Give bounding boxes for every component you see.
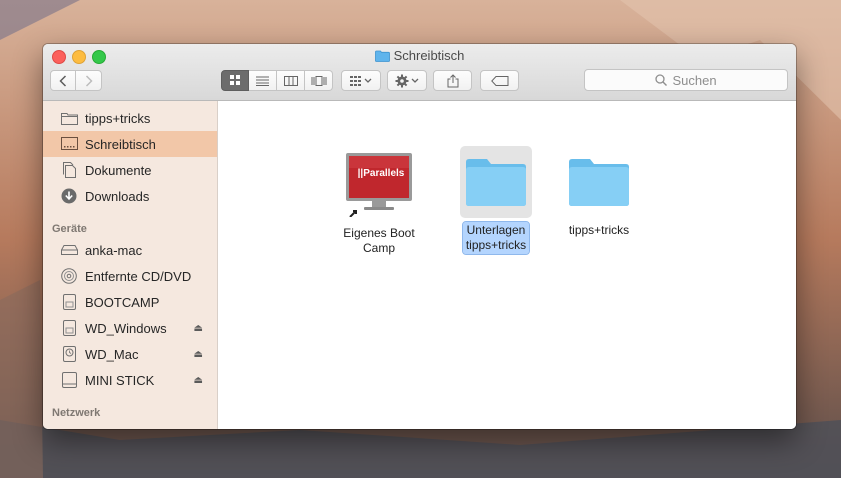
search-icon: [655, 74, 668, 86]
chevron-right-icon: [85, 74, 93, 87]
sidebar-item-wd-windows[interactable]: WD_Windows ⏏: [43, 315, 217, 341]
sidebar-item-label: WD_Mac: [85, 346, 139, 362]
sidebar-heading-network: Netzwerk: [52, 407, 101, 419]
search-field[interactable]: Suchen: [584, 69, 788, 91]
folder-icon: [563, 146, 635, 218]
eject-icon[interactable]: ⏏: [194, 323, 203, 334]
window-title-text: Schreibtisch: [393, 48, 465, 63]
sidebar-item-remote-disc[interactable]: Entfernte CD/DVD: [43, 263, 217, 289]
download-icon: [60, 188, 78, 204]
disc-icon: [60, 268, 78, 284]
file-item-eigenes-boot-camp[interactable]: ||Parallels Eigenes Boot Camp: [336, 153, 422, 257]
file-area: ||Parallels Eigenes Boot Camp Unterlagen t…: [218, 101, 796, 429]
file-label: Unterlagen tipps+tricks: [461, 221, 531, 255]
share-button[interactable]: [433, 70, 472, 91]
view-mode-selector: [221, 70, 333, 91]
window-title: Schreibtisch: [43, 48, 796, 65]
list-icon: [256, 76, 269, 86]
chevron-left-icon: [59, 74, 67, 87]
gear-icon: [395, 74, 419, 87]
usb-drive-icon: [60, 372, 78, 388]
drive-icon: [60, 320, 78, 336]
harddisk-icon: [60, 242, 78, 258]
sidebar-item-label: tipps+tricks: [85, 110, 151, 126]
drive-icon: [60, 294, 78, 310]
coverflow-icon: [311, 75, 326, 86]
list-view-button[interactable]: [249, 70, 277, 91]
columns-icon: [283, 75, 298, 86]
sidebar: tipps+tricks Schreibtisch Dokumente Down…: [43, 101, 218, 429]
action-menu-button[interactable]: [387, 70, 427, 91]
sidebar-item-tipps-tricks[interactable]: tipps+tricks: [43, 105, 217, 131]
file-item-tipps-tricks[interactable]: tipps+tricks: [556, 146, 642, 239]
sidebar-item-label: anka-mac: [85, 242, 143, 258]
sidebar-item-label: Schreibtisch: [85, 136, 156, 152]
sidebar-item-schreibtisch[interactable]: Schreibtisch: [43, 131, 217, 157]
timemachine-drive-icon: [60, 346, 78, 362]
finder-window: Schreibtisch Suchen tipps+tricks Schreib…: [43, 44, 796, 429]
coverflow-view-button[interactable]: [305, 70, 333, 91]
parallels-brand-text: ||Parallels: [357, 168, 405, 179]
icon-grid-icon: [229, 75, 240, 85]
folder-icon: [60, 110, 78, 126]
sidebar-item-label: MINI STICK: [85, 372, 155, 388]
arrange-grid-icon: [350, 75, 372, 86]
icon-view-button[interactable]: [221, 70, 249, 91]
tag-icon: [490, 75, 508, 86]
sidebar-item-anka-mac[interactable]: anka-mac: [43, 237, 217, 263]
sidebar-item-label: WD_Windows: [85, 320, 167, 336]
folder-icon: [374, 50, 390, 65]
sidebar-item-bootcamp[interactable]: BOOTCAMP: [43, 289, 217, 315]
tag-button[interactable]: [480, 70, 519, 91]
column-view-button[interactable]: [277, 70, 305, 91]
search-placeholder: Suchen: [672, 72, 717, 88]
sidebar-item-downloads[interactable]: Downloads: [43, 183, 217, 209]
sidebar-item-label: Downloads: [85, 188, 150, 204]
folder-icon: [460, 146, 532, 218]
sidebar-item-dokumente[interactable]: Dokumente: [43, 157, 217, 183]
document-icon: [60, 162, 78, 178]
arrange-button[interactable]: [341, 70, 381, 91]
file-item-unterlagen-tipps-tricks[interactable]: Unterlagen tipps+tricks: [453, 146, 539, 255]
title-toolbar: Schreibtisch Suchen: [43, 44, 796, 101]
desktop-icon: [60, 136, 78, 152]
eject-icon[interactable]: ⏏: [194, 375, 203, 386]
sidebar-heading-devices: Geräte: [52, 223, 87, 235]
sidebar-item-label: Dokumente: [85, 162, 152, 178]
sidebar-item-label: Entfernte CD/DVD: [85, 268, 192, 284]
forward-button[interactable]: [75, 70, 102, 91]
eject-icon[interactable]: ⏏: [194, 349, 203, 360]
file-label: tipps+tricks: [568, 223, 630, 237]
back-button[interactable]: [50, 70, 76, 91]
sidebar-item-wd-mac[interactable]: WD_Mac ⏏: [43, 341, 217, 367]
sidebar-item-label: BOOTCAMP: [85, 294, 160, 310]
sidebar-item-mini-stick[interactable]: MINI STICK ⏏: [43, 367, 217, 393]
parallels-app-alias-icon: ||Parallels: [344, 153, 414, 218]
file-label: Eigenes Boot Camp: [343, 226, 415, 255]
share-icon: [447, 73, 458, 87]
